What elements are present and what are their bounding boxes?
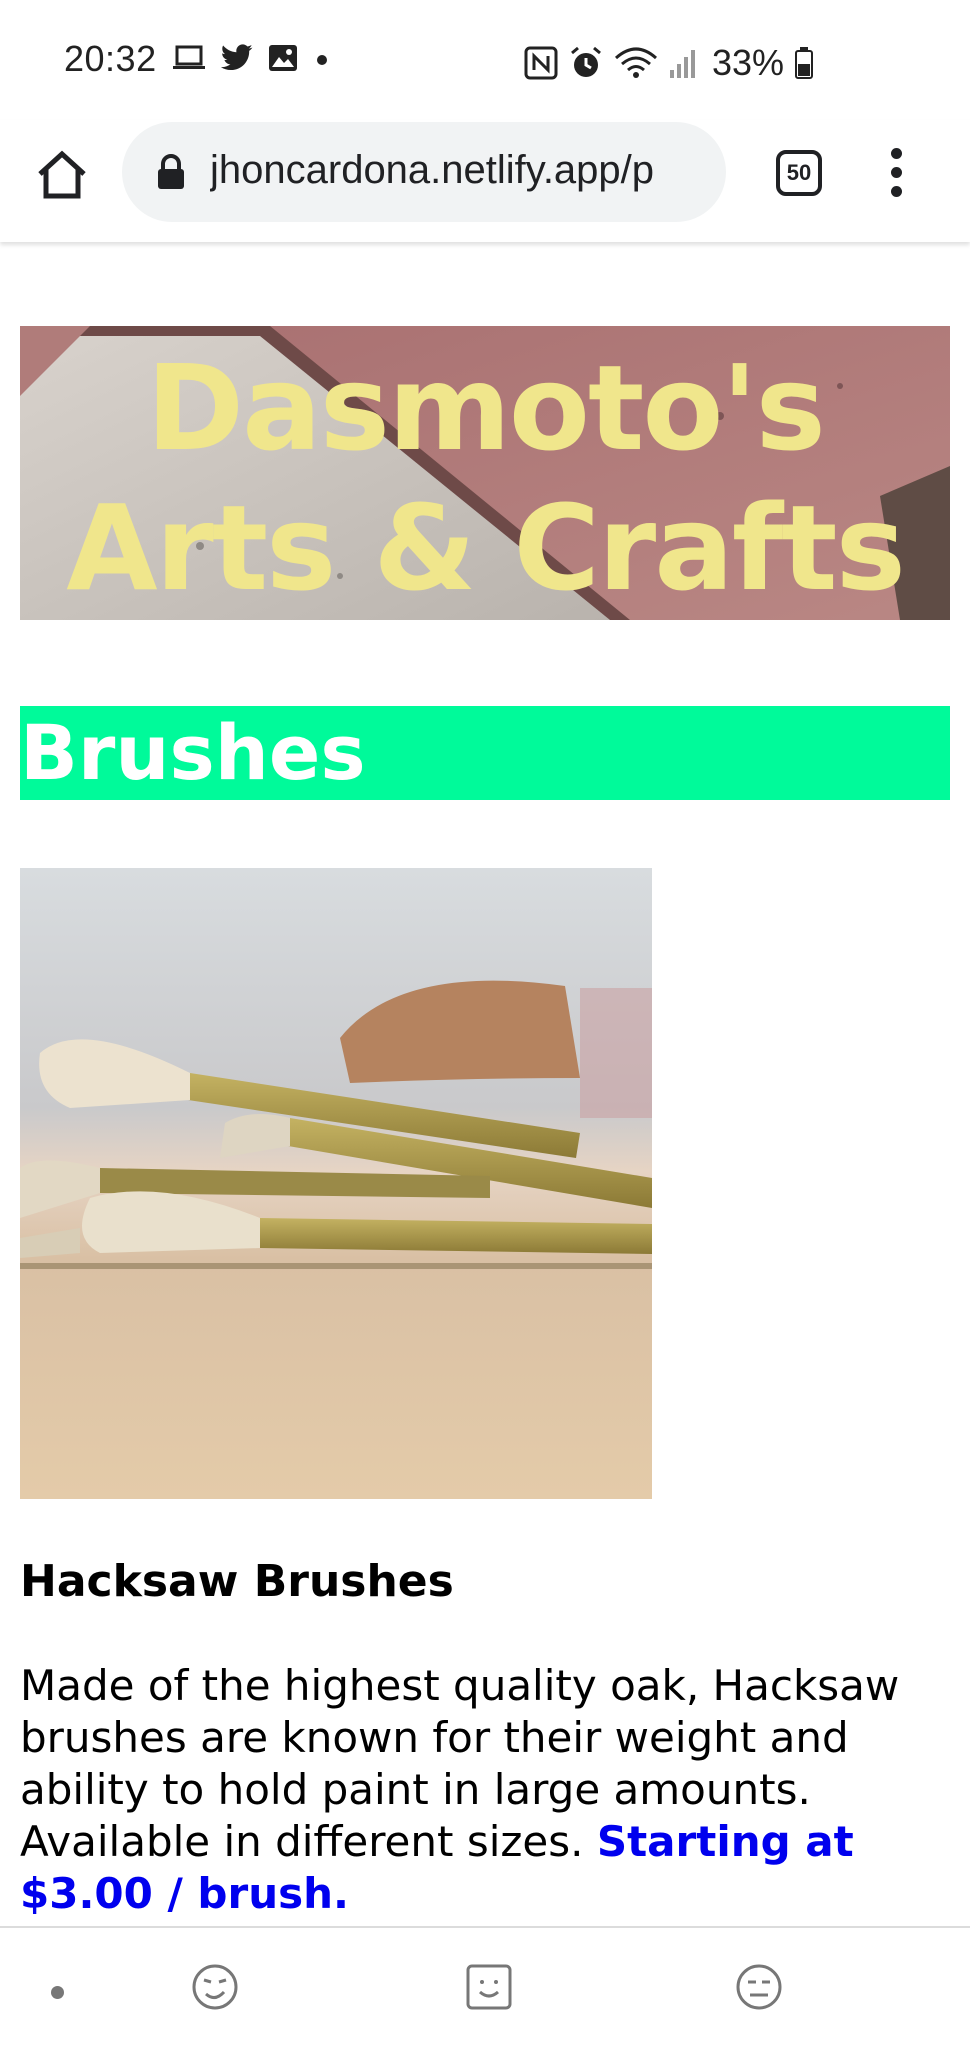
product-image <box>20 868 652 1499</box>
menu-dot-icon <box>890 167 902 178</box>
bored-face-icon[interactable] <box>734 1962 784 2012</box>
browser-menu-button[interactable] <box>886 148 906 200</box>
url-text: jhoncardona.netlify.app/p <box>210 148 655 192</box>
laptop-icon <box>173 45 205 69</box>
header-banner: Dasmoto's Arts & Crafts <box>20 326 950 620</box>
twitter-icon <box>220 44 253 71</box>
tab-switcher-button[interactable]: 50 <box>776 150 822 196</box>
brushes-photo <box>20 868 652 1499</box>
image-icon <box>269 45 297 71</box>
nfc-icon <box>524 46 558 80</box>
battery-percent: 33% <box>712 42 785 83</box>
home-icon <box>38 150 86 199</box>
browser-toolbar: jhoncardona.netlify.app/p 50 <box>0 120 970 242</box>
home-button[interactable] <box>34 146 90 202</box>
lock-icon <box>158 154 184 189</box>
product-title: Hacksaw Brushes <box>20 1556 454 1607</box>
section-heading: Brushes <box>20 706 950 800</box>
tab-count: 50 <box>786 160 812 185</box>
wifi-icon <box>614 47 658 78</box>
status-notification-icons <box>172 44 332 72</box>
emoji-square-icon[interactable] <box>464 1962 514 2012</box>
status-system-icons: 33% <box>524 42 814 84</box>
section-heading-text: Brushes <box>20 708 366 797</box>
dot-icon[interactable] <box>51 1986 64 1999</box>
product-description: Made of the highest quality oak, Hacksaw… <box>20 1660 950 1920</box>
signal-icon <box>670 50 695 78</box>
site-title: Dasmoto's Arts & Crafts <box>66 339 906 617</box>
status-time: 20:32 <box>64 38 157 79</box>
menu-dot-icon <box>890 148 902 159</box>
menu-dot-icon <box>890 186 902 197</box>
bottom-navigation-bar <box>0 1928 970 2048</box>
smile-face-icon[interactable] <box>190 1962 240 2012</box>
alarm-icon <box>571 46 601 77</box>
address-bar[interactable]: jhoncardona.netlify.app/p <box>122 122 726 222</box>
status-bar: 20:32 33% <box>0 0 970 120</box>
dot-icon <box>317 55 327 65</box>
battery-icon <box>795 47 814 79</box>
